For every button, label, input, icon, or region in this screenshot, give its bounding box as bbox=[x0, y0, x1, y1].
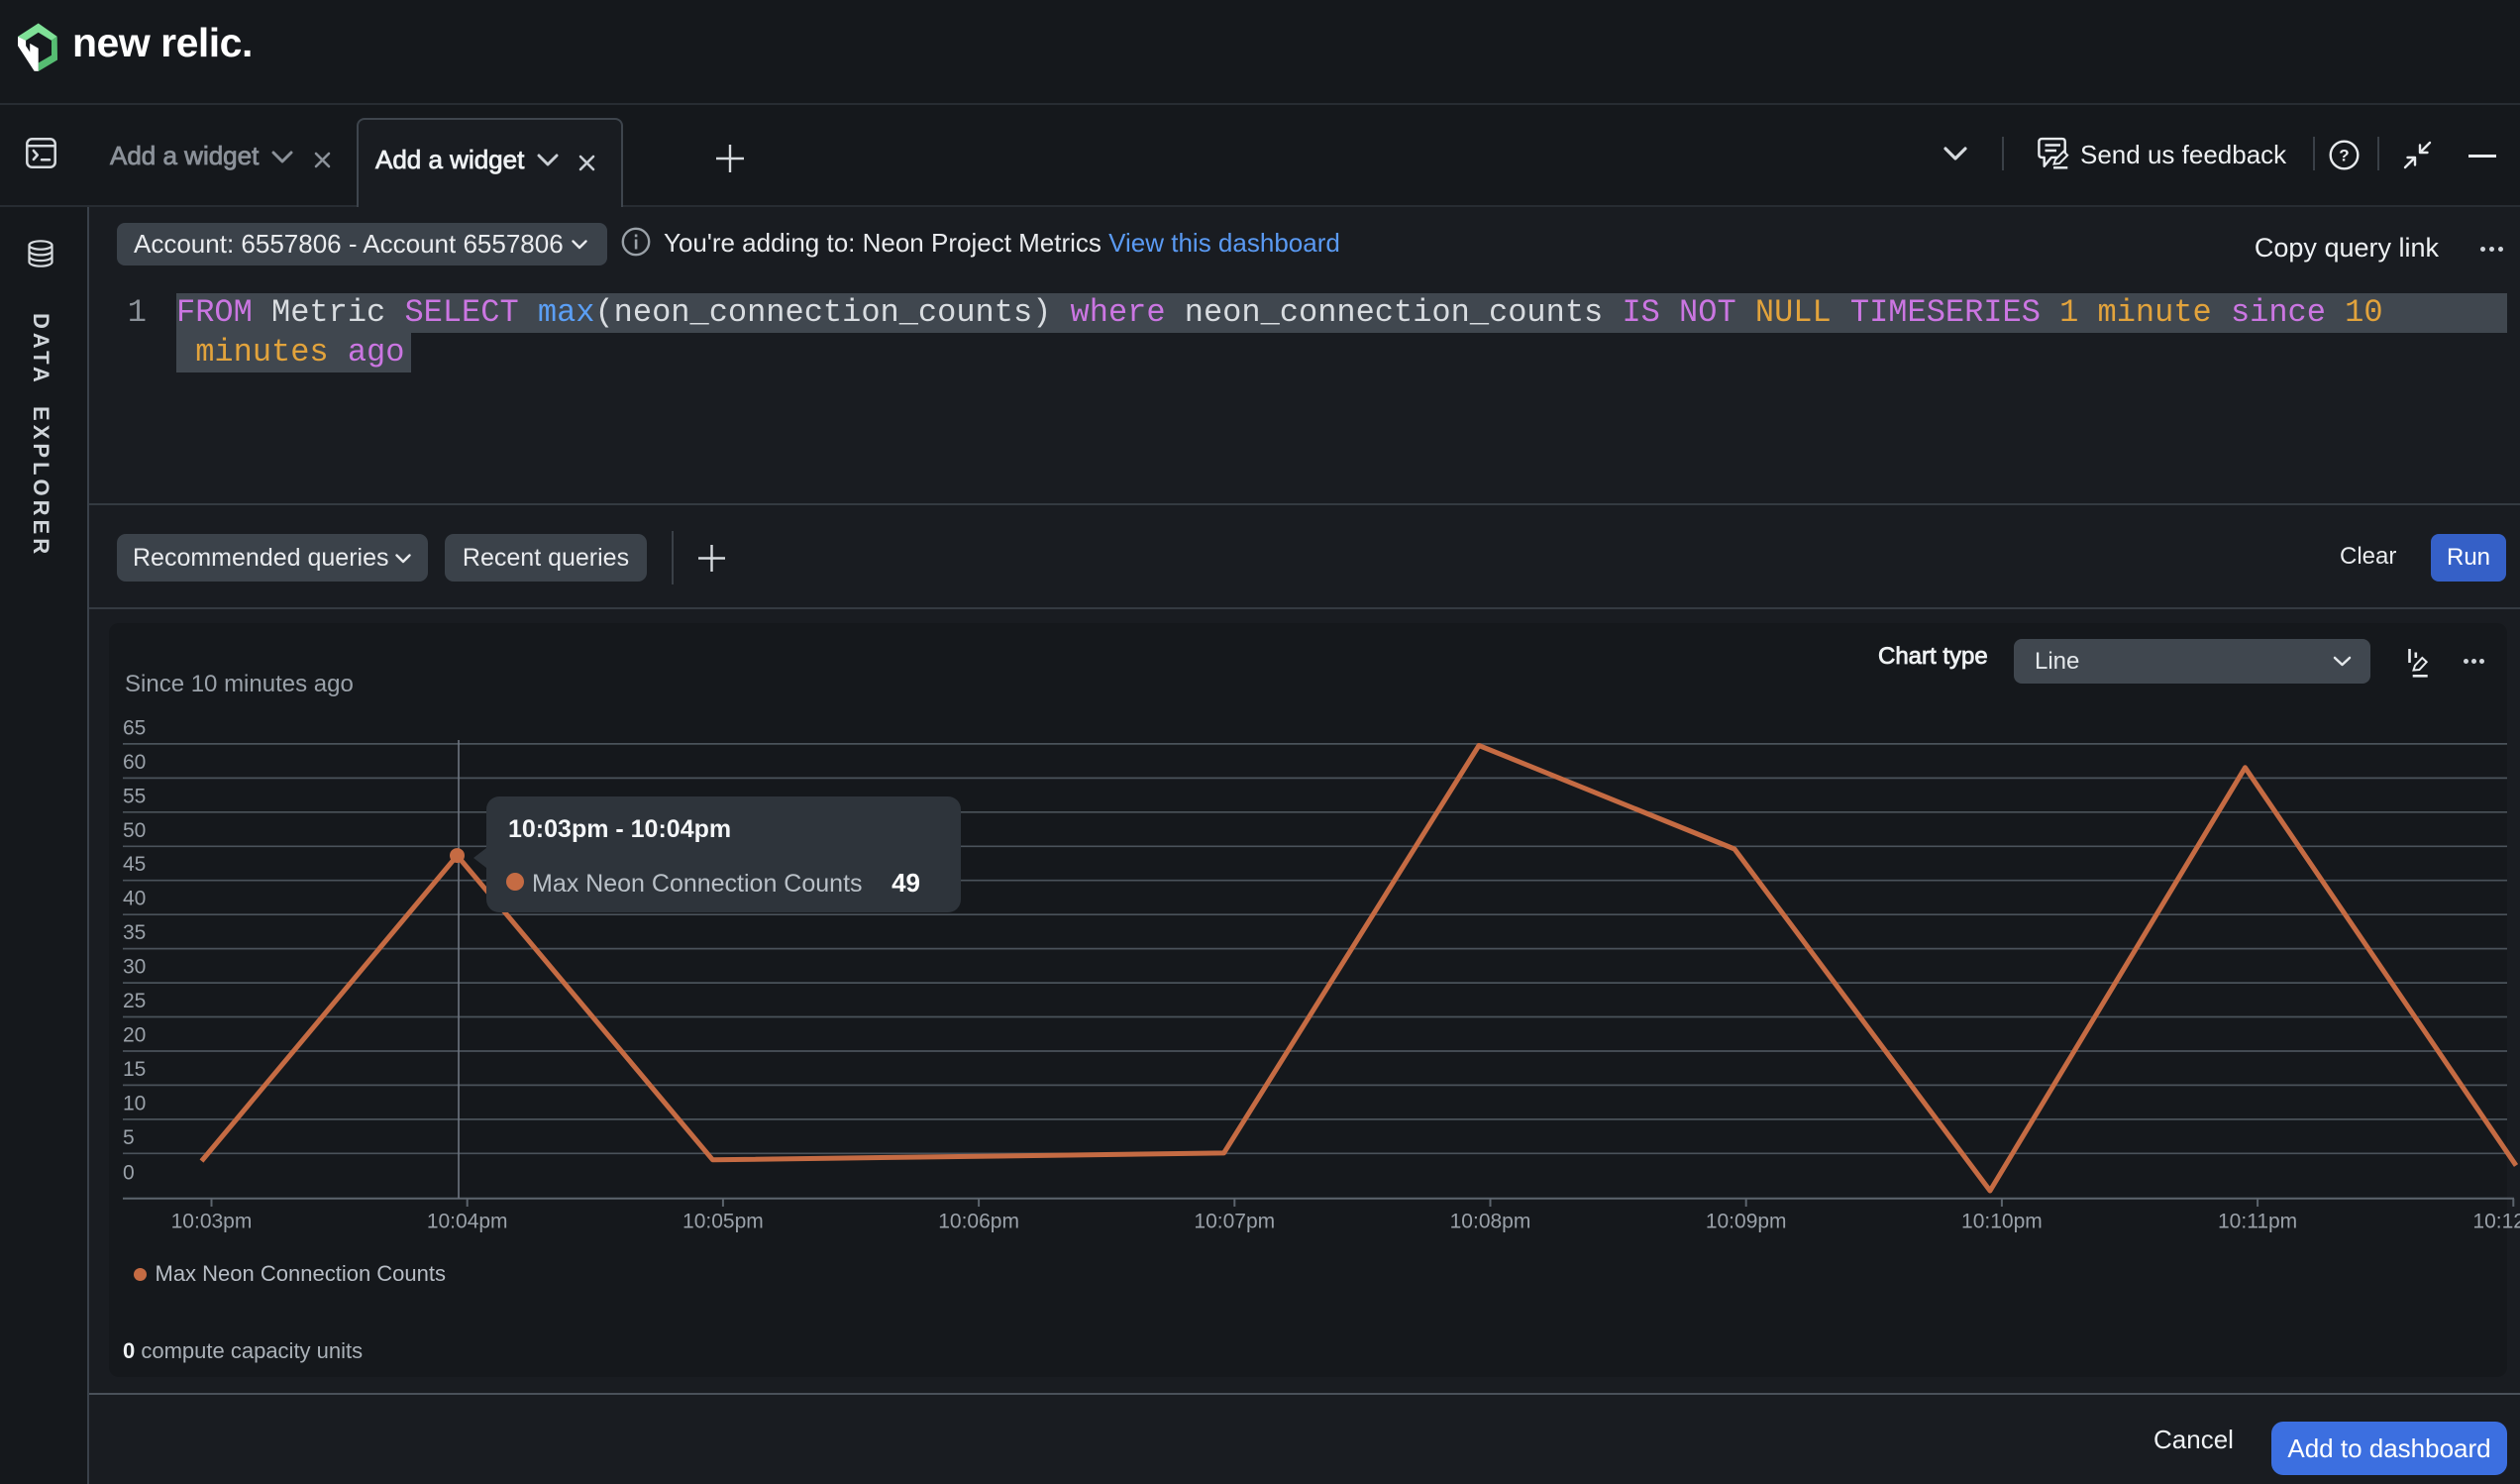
svg-text:25: 25 bbox=[123, 990, 146, 1012]
svg-text:10:08pm: 10:08pm bbox=[1450, 1211, 1531, 1233]
svg-text:60: 60 bbox=[123, 751, 146, 774]
svg-text:30: 30 bbox=[123, 956, 146, 979]
svg-text:10:11pm: 10:11pm bbox=[2218, 1211, 2297, 1233]
svg-text:45: 45 bbox=[123, 853, 146, 876]
svg-text:10:03pm: 10:03pm bbox=[171, 1211, 253, 1233]
svg-text:10:09pm: 10:09pm bbox=[1706, 1211, 1787, 1233]
svg-text:?: ? bbox=[2339, 147, 2349, 165]
svg-text:0: 0 bbox=[123, 1162, 135, 1185]
svg-text:50: 50 bbox=[123, 819, 146, 842]
svg-text:10: 10 bbox=[123, 1092, 146, 1114]
svg-text:20: 20 bbox=[123, 1024, 146, 1047]
svg-text:55: 55 bbox=[123, 785, 146, 807]
svg-text:10:04pm: 10:04pm bbox=[427, 1211, 508, 1233]
svg-text:10:07pm: 10:07pm bbox=[1194, 1211, 1275, 1233]
svg-text:10:10pm: 10:10pm bbox=[1961, 1211, 2043, 1233]
svg-text:35: 35 bbox=[123, 921, 146, 944]
svg-text:40: 40 bbox=[123, 888, 146, 910]
svg-text:10:05pm: 10:05pm bbox=[682, 1211, 764, 1233]
svg-text:5: 5 bbox=[123, 1126, 135, 1149]
svg-text:10:06pm: 10:06pm bbox=[938, 1211, 1019, 1233]
svg-text:15: 15 bbox=[123, 1058, 146, 1081]
svg-text:10:12pm: 10:12pm bbox=[2472, 1211, 2520, 1233]
svg-text:65: 65 bbox=[123, 716, 146, 739]
